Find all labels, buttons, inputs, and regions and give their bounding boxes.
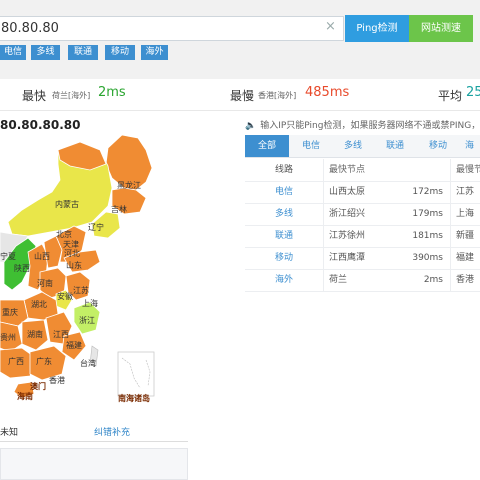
- row-slow-node: 江苏: [456, 187, 475, 197]
- notice-text: 🔈 输入IP只能Ping检测，如果服务器网络不通或禁PING，: [245, 118, 480, 131]
- table-row[interactable]: 多线 浙江绍兴 179ms 上海: [245, 203, 480, 226]
- label-nanhai: 南海诸岛: [118, 393, 150, 403]
- label-beijing: 北京: [56, 229, 72, 239]
- tab-telecom[interactable]: 电信: [289, 135, 333, 157]
- nanhai-box: [117, 351, 155, 397]
- label-aomen: 澳门: [30, 381, 46, 391]
- divider: [0, 441, 188, 442]
- header-line: 线路: [274, 165, 293, 175]
- tab-overseas[interactable]: 海: [459, 135, 480, 157]
- row-fast-ms: 390ms: [412, 253, 443, 263]
- label-guangdong: 广东: [36, 356, 52, 366]
- label-guizhou: 贵州: [0, 332, 16, 342]
- label-chongqing: 重庆: [2, 307, 18, 317]
- label-hainan: 海南: [17, 391, 33, 401]
- isp-tag-telecom[interactable]: 电信: [0, 45, 26, 60]
- tab-all[interactable]: 全部: [245, 135, 289, 157]
- label-ningxia: 宁夏: [0, 251, 16, 261]
- tab-mobile[interactable]: 移动: [417, 135, 459, 157]
- isp-tag-overseas[interactable]: 海外: [141, 45, 168, 60]
- label-hebei: 河北: [64, 248, 80, 258]
- label-anhui: 安徽: [57, 291, 73, 301]
- label-neimenggu: 内蒙古: [55, 199, 79, 209]
- fastest-label: 最快: [22, 89, 47, 103]
- label-henan: 河南: [37, 278, 53, 288]
- row-line: 海外: [274, 275, 293, 285]
- row-line: 电信: [274, 187, 293, 197]
- label-jiangsu: 江苏: [73, 285, 89, 295]
- label-hubei: 湖北: [31, 300, 47, 309]
- label-fujian: 福建: [66, 340, 82, 350]
- label-hunan: 湖南: [27, 329, 43, 339]
- table-row[interactable]: 移动 江西鹰潭 390ms 福建: [245, 247, 480, 270]
- label-shandong: 山东: [66, 260, 82, 270]
- average-value: 25: [466, 85, 480, 100]
- header-fastest: 最快节点: [329, 165, 366, 175]
- isp-tab-bar: 全部 电信 多线 联通 移动 海: [245, 135, 480, 158]
- slowest-location: 香港[海外]: [258, 91, 297, 100]
- tab-multiline[interactable]: 多线: [333, 135, 373, 157]
- table-row[interactable]: 海外 荷兰 2ms 香港: [245, 269, 480, 292]
- divider: [0, 110, 480, 111]
- label-xianggang: 香港: [49, 375, 65, 385]
- label-heilongjiang: 黑龙江: [117, 180, 141, 190]
- stats-summary: 最快 荷兰[海外] 2ms 最慢 香港[海外] 485ms 平均 25: [0, 85, 480, 107]
- table-header: 线路 最快节点 最慢节: [245, 159, 480, 182]
- label-shaanxi: 陕西: [14, 263, 30, 273]
- label-taiwan: 台湾: [80, 358, 96, 368]
- error-report-link[interactable]: 纠错补充: [94, 425, 130, 438]
- china-map: 黑龙江 吉林 辽宁 内蒙古 北京 天津 河北 山西 山东 宁夏 陕西 河南 江苏…: [0, 134, 155, 403]
- row-slow-node: 香港: [456, 275, 475, 285]
- row-line: 多线: [274, 209, 293, 219]
- slowest-value: 485ms: [305, 85, 350, 100]
- label-zhejiang: 浙江: [79, 315, 95, 325]
- row-slow-node: 新疆: [456, 231, 475, 241]
- label-liaoning: 辽宁: [88, 222, 104, 232]
- fastest-location: 荷兰[海外]: [52, 91, 91, 100]
- ping-check-button[interactable]: Ping检测: [345, 15, 409, 42]
- slowest-label: 最慢: [230, 89, 255, 103]
- row-line: 联通: [274, 231, 293, 241]
- ip-title: 80.80.80.80: [0, 118, 81, 132]
- row-line: 移动: [274, 253, 293, 263]
- average-label: 平均: [438, 89, 463, 103]
- label-shanxi: 山西: [34, 251, 50, 261]
- table-row[interactable]: 电信 山西太原 172ms 江苏: [245, 181, 480, 204]
- notice-message: 输入IP只能Ping检测，如果服务器网络不通或禁PING，: [260, 121, 480, 131]
- clear-icon[interactable]: ×: [325, 19, 336, 34]
- row-fast-ms: 2ms: [423, 275, 443, 285]
- row-fast-ms: 181ms: [412, 231, 443, 241]
- search-input[interactable]: 80.80.80: [0, 16, 344, 41]
- speaker-icon: 🔈: [245, 121, 257, 131]
- label-shanghai: 上海: [82, 298, 98, 308]
- table-row[interactable]: 联通 江苏徐州 181ms 新疆: [245, 225, 480, 248]
- label-tianjin: 天津: [63, 239, 79, 249]
- label-jilin: 吉林: [111, 204, 127, 214]
- row-fast-ms: 172ms: [412, 187, 443, 197]
- row-slow-node: 上海: [456, 209, 475, 219]
- row-slow-node: 福建: [456, 253, 475, 263]
- header-slowest: 最慢节: [456, 165, 480, 175]
- tab-unicom[interactable]: 联通: [373, 135, 417, 157]
- isp-tag-mobile[interactable]: 移动: [105, 45, 135, 60]
- fastest-value: 2ms: [98, 85, 126, 100]
- isp-tag-multiline[interactable]: 多线: [31, 45, 60, 60]
- isp-tag-unicom[interactable]: 联通: [68, 45, 98, 60]
- label-jiangxi: 江西: [53, 330, 69, 339]
- bottom-panel: [0, 448, 188, 480]
- legend-unknown: 未知: [0, 428, 19, 438]
- site-speed-button[interactable]: 网站测速: [409, 15, 473, 42]
- label-guangxi: 广西: [8, 356, 24, 366]
- row-fast-ms: 179ms: [412, 209, 443, 219]
